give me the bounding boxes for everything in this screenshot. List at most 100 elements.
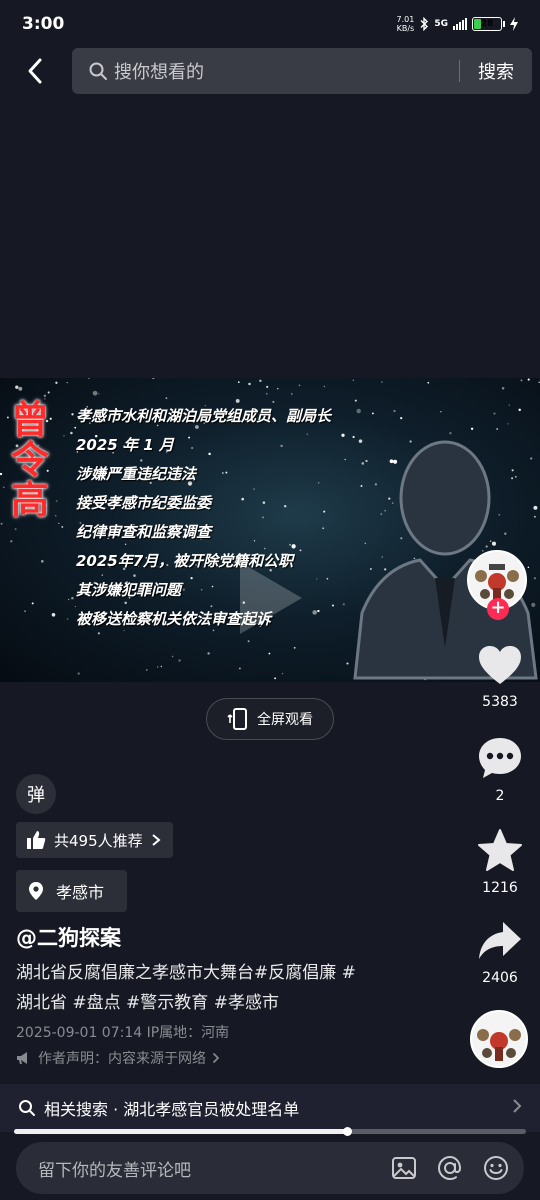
network-speed-value: 7.01 — [396, 15, 415, 24]
signal-icon — [453, 18, 467, 30]
star-dot — [55, 381, 58, 384]
emoji-icon[interactable] — [482, 1154, 510, 1182]
at-icon[interactable] — [436, 1154, 464, 1182]
battery-icon: 28 — [472, 17, 502, 31]
heart-icon — [479, 646, 521, 684]
danmu-button[interactable]: 弹 — [16, 774, 56, 814]
star-icon — [478, 829, 522, 871]
star-dot — [247, 640, 250, 643]
star-dot — [346, 662, 349, 665]
video-title-char: 曾 — [10, 397, 49, 442]
star-dot — [58, 522, 60, 524]
search-input[interactable]: 搜你想看的 — [114, 58, 459, 84]
video-caption-line: 接受孝感市纪委监委 — [76, 494, 212, 512]
like-button[interactable]: 5383 — [466, 644, 534, 710]
star-dot — [281, 672, 284, 675]
battery-level: 28 — [480, 19, 494, 29]
star-dot — [501, 387, 505, 390]
like-count: 5383 — [482, 694, 518, 710]
author-statement-label: 作者声明：内容来源于网络 — [38, 1051, 206, 1067]
star-dot — [66, 618, 69, 620]
video-title: 曾 令 高 — [8, 400, 52, 520]
star-dot — [342, 603, 345, 606]
author-statement[interactable]: 作者声明：内容来源于网络 — [16, 1048, 220, 1068]
back-button[interactable] — [0, 48, 70, 94]
star-dot — [2, 486, 5, 489]
star-dot — [371, 412, 374, 415]
chevron-right-icon — [212, 1052, 220, 1064]
status-bar: 3:00 7.01 KB/s 5G 28 — [0, 0, 540, 48]
star-dot — [520, 379, 523, 382]
star-dot — [98, 393, 100, 395]
chevron-right-icon — [152, 834, 161, 846]
status-time: 3:00 — [22, 14, 65, 34]
comment-input[interactable]: 留下你的友善评论吧 — [38, 1156, 390, 1181]
comment-tools — [390, 1154, 524, 1182]
comment-icon — [479, 738, 521, 778]
danmu-label: 弹 — [27, 785, 45, 806]
star-dot — [51, 613, 56, 617]
video-progress-handle[interactable] — [342, 1127, 352, 1136]
star-dot — [291, 393, 293, 395]
star-dot — [518, 408, 521, 412]
star-dot — [493, 412, 496, 415]
recommend-chip[interactable]: 共495人推荐 — [16, 822, 173, 858]
network-speed: 7.01 KB/s — [397, 15, 415, 33]
star-dot — [146, 669, 148, 671]
star-dot — [277, 387, 279, 390]
share-icon — [479, 922, 521, 959]
star-dot — [41, 560, 44, 563]
star-dot — [165, 397, 168, 399]
location-pin-icon — [29, 882, 43, 900]
search-box[interactable]: 搜你想看的 搜索 — [72, 48, 532, 94]
star-dot — [55, 515, 57, 517]
location-chip[interactable]: 孝感市 — [16, 870, 127, 912]
star-dot — [15, 385, 19, 389]
star-dot — [354, 399, 357, 402]
post-description[interactable]: 湖北省反腐倡廉之孝感市大舞台#反腐倡廉 # 湖北省 #盘点 #警示教育 #孝感市 — [16, 958, 436, 1018]
star-dot — [293, 646, 296, 649]
top-bar: 搜你想看的 搜索 — [0, 48, 540, 94]
star-dot — [157, 666, 159, 668]
author-name[interactable]: @二狗探案 — [16, 922, 121, 952]
author-avatar-group[interactable]: + — [467, 550, 531, 620]
post-meta: 2025-09-01 07:14 IP属地：河南 — [16, 1025, 230, 1041]
star-dot — [332, 604, 334, 607]
star-dot — [427, 381, 430, 384]
fullscreen-button[interactable]: 全屏观看 — [206, 698, 334, 740]
star-dot — [298, 384, 301, 387]
video-player[interactable]: 曾 令 高 孝感市水利和湖泊局党组成员、副局长 2025 年 1 月 涉嫌严重违… — [0, 378, 540, 682]
video-caption-line: 2025 年 1 月 — [76, 436, 174, 454]
star-dot — [268, 652, 271, 655]
music-disc[interactable] — [470, 1010, 528, 1068]
star-dot — [152, 378, 155, 380]
star-dot — [323, 385, 326, 388]
related-search-label: 相关搜索 · 湖北孝感官员被处理名单 — [44, 1100, 300, 1119]
star-dot — [356, 408, 361, 414]
thumbs-up-icon — [27, 831, 46, 849]
follow-button[interactable]: + — [487, 598, 509, 620]
star-dot — [70, 431, 73, 435]
star-dot — [47, 391, 50, 394]
related-search[interactable]: 相关搜索 · 湖北孝感官员被处理名单 — [0, 1084, 540, 1132]
music-disc-image — [472, 1012, 526, 1066]
comment-bar[interactable]: 留下你的友善评论吧 — [16, 1142, 524, 1194]
share-button[interactable]: 2406 — [466, 920, 534, 986]
play-icon[interactable] — [232, 556, 308, 640]
video-title-char: 高 — [10, 477, 49, 522]
star-dot — [239, 667, 241, 670]
star-dot — [341, 433, 345, 437]
star-dot — [31, 602, 34, 605]
image-icon[interactable] — [390, 1154, 418, 1182]
comment-button[interactable]: 2 — [466, 736, 534, 804]
star-dot — [0, 522, 3, 525]
location-label: 孝感市 — [56, 883, 105, 902]
search-button[interactable]: 搜索 — [460, 58, 532, 84]
favorite-button[interactable]: 1216 — [466, 828, 534, 896]
status-icons: 7.01 KB/s 5G 28 — [397, 15, 518, 33]
video-caption-line: 涉嫌严重违纪违法 — [76, 465, 197, 483]
chevron-left-icon — [28, 58, 42, 84]
post-description-line: 湖北省 #盘点 #警示教育 #孝感市 — [16, 993, 279, 1013]
video-progress-bar[interactable] — [14, 1127, 526, 1136]
star-dot — [92, 390, 98, 396]
